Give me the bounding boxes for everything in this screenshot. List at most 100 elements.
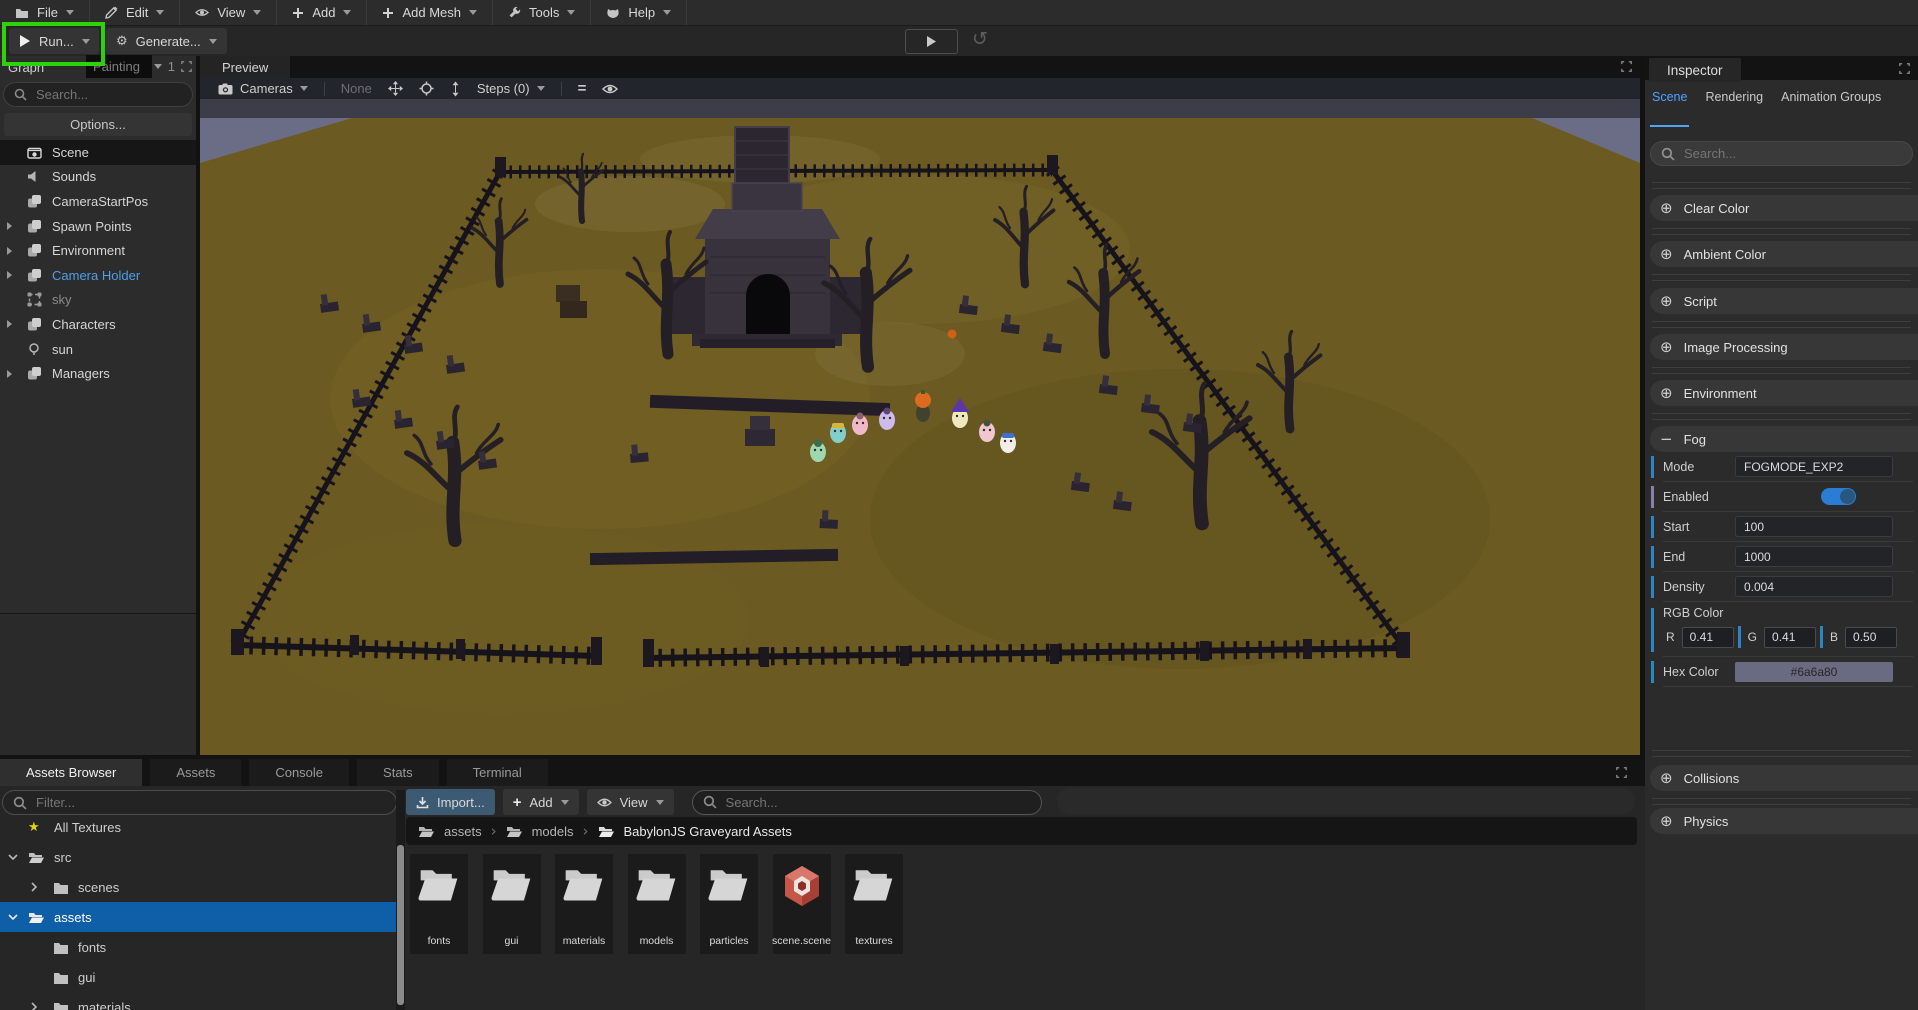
tree-item-spawn-points[interactable]: Spawn Points [0, 214, 196, 239]
fog-b-input[interactable]: 0.50 [1845, 627, 1897, 648]
section-environment[interactable]: ⊕ Environment [1650, 380, 1918, 406]
chevron-down-icon[interactable] [154, 64, 162, 69]
preview-tab[interactable]: Preview [200, 56, 290, 78]
folder-tile-particles[interactable]: particles [700, 854, 758, 954]
tree-item-environment[interactable]: Environment [0, 238, 196, 263]
folder-tile-textures[interactable]: textures [845, 854, 903, 954]
menu-view[interactable]: View [180, 0, 277, 25]
tree-item-fonts[interactable]: fonts [0, 932, 396, 962]
tree-item-sounds[interactable]: Sounds [0, 165, 196, 190]
tree-item-sun[interactable]: sun [0, 337, 196, 362]
section-image-processing[interactable]: ⊕ Image Processing [1650, 334, 1918, 360]
file-tile-scene[interactable]: scene.scene [773, 854, 831, 954]
section-clear-color[interactable]: ⊕ Clear Color [1650, 195, 1918, 221]
section-fog[interactable]: − Fog [1650, 426, 1918, 452]
tab-assets-browser[interactable]: Assets Browser [0, 759, 142, 786]
run-button[interactable]: Run... [9, 28, 99, 54]
tab-scene[interactable]: Scene [1652, 90, 1687, 120]
tree-item-all-textures[interactable]: ★ All Textures [0, 812, 396, 842]
expand-icon[interactable] [181, 61, 192, 72]
tree-item-managers[interactable]: Managers [0, 361, 196, 386]
fog-end-input[interactable]: 1000 [1735, 546, 1893, 567]
chevron-expanded-icon[interactable] [8, 854, 18, 861]
tab-stats[interactable]: Stats [357, 759, 439, 786]
tab-animation-groups[interactable]: Animation Groups [1781, 90, 1881, 120]
fog-start-input[interactable]: 100 [1735, 516, 1893, 537]
steps-dropdown[interactable]: Steps (0) [469, 81, 553, 96]
expand-arrow-icon[interactable] [7, 222, 12, 230]
section-collisions[interactable]: ⊕ Collisions [1650, 765, 1918, 791]
tree-item-sky[interactable]: sky [0, 288, 196, 313]
tree-item-scenes[interactable]: scenes [0, 872, 396, 902]
fog-enabled-toggle[interactable] [1821, 488, 1856, 505]
inspector-search-input[interactable] [1682, 145, 1902, 162]
tab-console[interactable]: Console [249, 759, 349, 786]
fog-density-input[interactable]: 0.004 [1735, 576, 1893, 597]
tree-item-camerastartpos[interactable]: CameraStartPos [0, 189, 196, 214]
cameras-dropdown[interactable]: Cameras [210, 81, 316, 96]
folder-tile-fonts[interactable]: fonts [410, 854, 468, 954]
menu-add[interactable]: Add [277, 0, 367, 25]
chevron-collapsed-icon[interactable] [31, 1002, 38, 1010]
tree-item-src[interactable]: src [0, 842, 396, 872]
inspector-search[interactable] [1650, 141, 1913, 166]
assets-search[interactable] [692, 790, 1042, 815]
menu-edit[interactable]: Edit [90, 0, 180, 25]
expand-icon[interactable] [1899, 63, 1910, 74]
expand-arrow-icon[interactable] [7, 370, 12, 378]
tab-rendering[interactable]: Rendering [1705, 90, 1763, 120]
expand-icon[interactable] [1616, 767, 1627, 778]
scrollbar-thumb[interactable] [397, 845, 404, 1005]
section-ambient-color[interactable]: ⊕ Ambient Color [1650, 241, 1918, 267]
folder-tile-gui[interactable]: gui [483, 854, 541, 954]
generate-button[interactable]: ⚙ Generate... [106, 28, 227, 54]
assets-filter-input[interactable] [34, 794, 386, 811]
visibility-button[interactable] [594, 83, 626, 95]
tree-item-characters[interactable]: Characters [0, 312, 196, 337]
expand-arrow-icon[interactable] [7, 271, 12, 279]
folder-tile-materials[interactable]: materials [555, 854, 613, 954]
options-button[interactable]: Options... [4, 113, 192, 136]
chevron-expanded-icon[interactable] [8, 914, 18, 921]
assets-search-input[interactable] [724, 794, 1031, 811]
tab-assets[interactable]: Assets [150, 759, 241, 786]
preview-play-button[interactable] [905, 29, 958, 54]
graph-search-input[interactable] [34, 86, 182, 103]
tree-item-materials[interactable]: materials [0, 992, 396, 1010]
wireframe-button[interactable]: = [570, 80, 595, 97]
breadcrumb-current[interactable]: BabylonJS Graveyard Assets [624, 824, 792, 839]
add-button[interactable]: + Add [503, 789, 579, 815]
tree-item-camera-holder[interactable]: Camera Holder [0, 263, 196, 288]
menu-tools[interactable]: Tools [493, 0, 591, 25]
graph-tab[interactable]: Graph [0, 60, 44, 75]
fog-g-input[interactable]: 0.41 [1764, 627, 1816, 648]
section-physics[interactable]: ⊕ Physics [1650, 808, 1918, 834]
move-gizmo-button[interactable] [380, 81, 411, 96]
tree-item-gui[interactable]: gui [0, 962, 396, 992]
expand-arrow-icon[interactable] [7, 247, 12, 255]
gizmo-none-button[interactable]: None [333, 81, 380, 96]
viewport[interactable] [200, 99, 1640, 755]
chevron-collapsed-icon[interactable] [31, 882, 38, 892]
tree-item-assets[interactable]: assets [0, 902, 396, 932]
section-script[interactable]: ⊕ Script [1650, 288, 1918, 314]
breadcrumb-models[interactable]: models [532, 824, 574, 839]
tree-item-scene[interactable]: Scene [0, 140, 196, 165]
menu-file[interactable]: File [0, 0, 90, 25]
graph-search[interactable] [3, 82, 193, 107]
painting-tab[interactable]: Painting [86, 55, 152, 78]
tab-terminal[interactable]: Terminal [447, 759, 548, 786]
folder-tile-models[interactable]: models [628, 854, 686, 954]
menu-help[interactable]: Help [591, 0, 687, 25]
inspector-tab[interactable]: Inspector [1649, 58, 1741, 82]
scale-gizmo-button[interactable] [442, 81, 469, 97]
assets-tree-scrollbar[interactable] [396, 790, 405, 1010]
rotate-gizmo-button[interactable] [411, 81, 442, 96]
expand-icon[interactable] [1621, 61, 1632, 72]
view-button[interactable]: View [587, 789, 674, 815]
breadcrumb-assets[interactable]: assets [444, 824, 482, 839]
fog-mode-select[interactable]: FOGMODE_EXP2 [1735, 456, 1893, 477]
fog-r-input[interactable]: 0.41 [1682, 627, 1734, 648]
import-button[interactable]: Import... [406, 789, 495, 815]
menu-add-mesh[interactable]: Add Mesh [367, 0, 493, 25]
